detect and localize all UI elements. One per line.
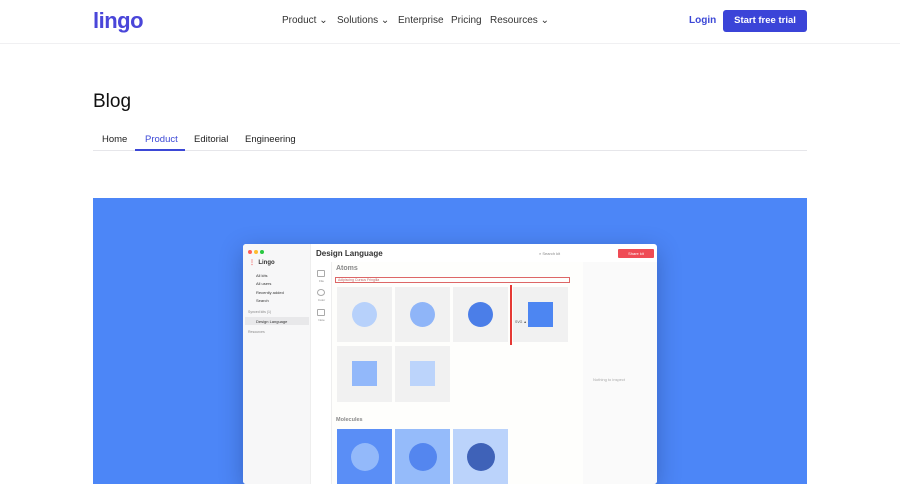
note-icon — [317, 309, 325, 316]
chevron-down-icon: ⌄ — [319, 15, 328, 26]
note-field: Adipiscing Cursus Fringilla — [335, 277, 570, 283]
lingo-logo[interactable]: lingo — [93, 8, 144, 34]
tab-product[interactable]: Product — [145, 134, 178, 145]
atom-tile — [337, 287, 392, 342]
nav-product[interactable]: Product ⌄ — [282, 15, 328, 26]
circle-swatch — [410, 302, 435, 327]
tab-engineering[interactable]: Engineering — [245, 134, 296, 145]
circle-swatch — [351, 443, 379, 471]
inspector-empty: Nothing to inspect — [593, 377, 626, 382]
lingo-app-icon: ⋮ — [249, 260, 255, 266]
sidebar-design-language: Design Language — [256, 319, 288, 324]
sidebar-all-users: All users — [256, 281, 272, 286]
active-tab-indicator — [135, 149, 185, 151]
search-placeholder: Search kit — [542, 251, 561, 256]
circle-swatch — [352, 302, 377, 327]
molecule-tile — [395, 429, 450, 484]
sidebar-search: Search — [256, 298, 269, 303]
tool-label: Color — [317, 298, 326, 302]
blog-tabs: Home Product Editorial Engineering — [93, 128, 807, 151]
nav-label: Product — [282, 15, 317, 26]
svg-label: SVG — [515, 320, 523, 324]
app-sidebar: ⋮ Lingo All kits All users Recently adde… — [243, 244, 311, 484]
nav-label: Solutions — [337, 15, 379, 26]
nav-label: Resources — [490, 15, 538, 26]
molecules-heading: Molecules — [336, 417, 363, 423]
tab-editorial[interactable]: Editorial — [194, 134, 228, 145]
nav-pricing[interactable]: Pricing — [451, 15, 482, 26]
workspace-name: ⋮ Lingo — [249, 259, 275, 266]
search-icon: ⌕ — [539, 251, 542, 256]
cursor-icon: ▲ — [523, 320, 527, 324]
sidebar-all-kits: All kits — [256, 273, 268, 278]
drag-label: SVG ▲ — [515, 320, 527, 324]
atom-tile — [513, 287, 568, 342]
resources-label: Resources — [248, 330, 265, 334]
kit-title: Design Language — [316, 249, 383, 258]
app-screenshot: ⋮ Lingo All kits All users Recently adde… — [243, 244, 657, 484]
circle-swatch — [409, 443, 437, 471]
molecule-tile — [337, 429, 392, 484]
minimize-dot-icon — [254, 250, 258, 254]
atom-tile — [337, 346, 392, 402]
login-link[interactable]: Login — [689, 15, 716, 26]
atoms-heading: Atoms — [336, 265, 358, 272]
sidebar-recently-added: Recently added — [256, 290, 284, 295]
circle-swatch — [468, 302, 493, 327]
search-kit: ⌕ Search kit — [539, 251, 560, 256]
synced-kits-label: Synced kits (1) — [248, 310, 272, 314]
square-swatch — [528, 302, 553, 327]
nav-solutions[interactable]: Solutions ⌄ — [337, 15, 389, 26]
tool-label: Note — [318, 318, 325, 322]
inspector-panel — [583, 262, 657, 484]
file-icon — [317, 270, 325, 277]
chevron-down-icon: ⌄ — [540, 15, 549, 26]
tool-label: File — [319, 279, 324, 283]
square-swatch — [352, 361, 377, 386]
color-drop-icon — [317, 289, 325, 296]
share-kit-button: Share kit — [618, 249, 654, 258]
atom-tile — [395, 287, 450, 342]
tab-home[interactable]: Home — [102, 134, 127, 145]
nav-enterprise[interactable]: Enterprise — [398, 15, 444, 26]
workspace-label: Lingo — [258, 260, 275, 266]
molecule-tile — [453, 429, 508, 484]
circle-swatch — [467, 443, 495, 471]
page-title: Blog — [93, 91, 132, 112]
zoom-dot-icon — [260, 250, 264, 254]
atom-tile — [395, 346, 450, 402]
close-dot-icon — [248, 250, 252, 254]
square-swatch — [410, 361, 435, 386]
chevron-down-icon: ⌄ — [380, 15, 390, 26]
nav-resources[interactable]: Resources ⌄ — [490, 15, 549, 26]
start-free-trial-button[interactable]: Start free trial — [723, 10, 807, 32]
atom-tile — [453, 287, 508, 342]
tool-column: File Color Note — [311, 262, 332, 484]
drop-indicator — [510, 285, 512, 345]
